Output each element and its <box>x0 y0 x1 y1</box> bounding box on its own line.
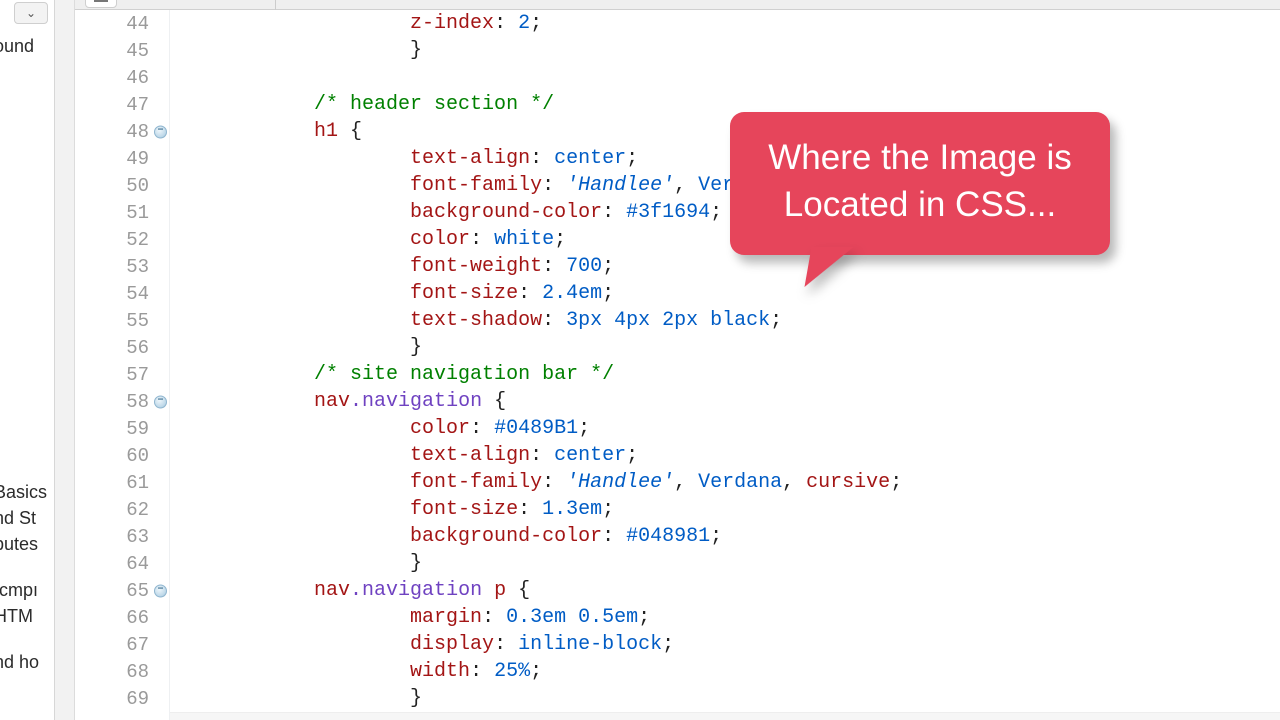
line-number: 47 <box>75 91 169 118</box>
annotation-callout: Where the Image is Located in CSS... <box>730 112 1110 255</box>
line-number: 52 <box>75 226 169 253</box>
line-number: 67 <box>75 631 169 658</box>
sidebar-dropdown-button[interactable]: ⌄ <box>14 2 48 24</box>
hamburger-icon[interactable] <box>85 0 117 8</box>
line-number: 69 <box>75 685 169 712</box>
code-line[interactable]: nav.navigation { <box>170 388 1280 415</box>
code-line[interactable]: color: white; <box>170 226 1280 253</box>
line-number: 59 <box>75 415 169 442</box>
line-number: 46 <box>75 64 169 91</box>
code-line[interactable]: } <box>170 550 1280 577</box>
line-number: 62 <box>75 496 169 523</box>
code-line[interactable]: width: 25%; <box>170 658 1280 685</box>
project-sidebar-cropped: ⌄ ound Basics nd St butes .cmpı HTM nd ho <box>0 0 55 720</box>
fold-toggle-icon[interactable] <box>154 584 167 597</box>
code-line[interactable]: text-shadow: 3px 4px 2px black; <box>170 307 1280 334</box>
code-line[interactable]: } <box>170 334 1280 361</box>
code-line[interactable]: display: inline-block; <box>170 631 1280 658</box>
toolbar-separator <box>275 0 276 10</box>
line-number: 45 <box>75 37 169 64</box>
line-number: 64 <box>75 550 169 577</box>
line-number: 50 <box>75 172 169 199</box>
code-line[interactable]: text-align: center; <box>170 442 1280 469</box>
code-content[interactable]: z-index: 2; } /* header section */ h1 { … <box>170 10 1280 720</box>
line-number: 51 <box>75 199 169 226</box>
line-number: 49 <box>75 145 169 172</box>
sidebar-item-cropped[interactable]: nd St <box>0 508 36 529</box>
line-number: 56 <box>75 334 169 361</box>
sidebar-item-cropped[interactable]: ound <box>0 36 34 57</box>
code-line[interactable]: background-color: #3f1694; <box>170 199 1280 226</box>
line-number: 54 <box>75 280 169 307</box>
code-line[interactable]: } <box>170 37 1280 64</box>
toolbar-remnant <box>75 0 1280 10</box>
line-number: 65 <box>75 577 169 604</box>
code-line[interactable]: font-size: 2.4em; <box>170 280 1280 307</box>
code-line[interactable]: text-align: center; <box>170 145 1280 172</box>
horizontal-scrollbar[interactable] <box>170 712 1280 720</box>
callout-text: Where the Image is Located in CSS... <box>768 138 1071 224</box>
code-line[interactable]: h1 { <box>170 118 1280 145</box>
sidebar-item-cropped[interactable]: HTM <box>0 606 33 627</box>
sidebar-item-cropped[interactable]: .cmpı <box>0 580 38 601</box>
code-line[interactable]: font-family: 'Handlee', Verdana, cursive… <box>170 469 1280 496</box>
fold-toggle-icon[interactable] <box>154 395 167 408</box>
line-number: 53 <box>75 253 169 280</box>
line-number: 44 <box>75 10 169 37</box>
line-number: 48 <box>75 118 169 145</box>
line-number: 57 <box>75 361 169 388</box>
code-line[interactable]: font-weight: 700; <box>170 253 1280 280</box>
code-line[interactable]: font-family: 'Handlee', Verdana, <box>170 172 1280 199</box>
chevron-down-icon: ⌄ <box>26 6 36 20</box>
line-number: 58 <box>75 388 169 415</box>
line-number: 61 <box>75 469 169 496</box>
sidebar-item-cropped[interactable]: butes <box>0 534 38 555</box>
line-number-gutter: 4445464748495051525354555657585960616263… <box>75 10 170 720</box>
line-number: 66 <box>75 604 169 631</box>
code-line[interactable]: background-color: #048981; <box>170 523 1280 550</box>
code-line[interactable]: /* header section */ <box>170 91 1280 118</box>
sidebar-item-cropped[interactable]: Basics <box>0 482 47 503</box>
sidebar-item-cropped[interactable]: nd ho <box>0 652 39 673</box>
line-number: 60 <box>75 442 169 469</box>
fold-toggle-icon[interactable] <box>154 125 167 138</box>
code-line[interactable]: color: #0489B1; <box>170 415 1280 442</box>
line-number: 68 <box>75 658 169 685</box>
code-line[interactable]: font-size: 1.3em; <box>170 496 1280 523</box>
code-line[interactable] <box>170 64 1280 91</box>
code-line[interactable]: z-index: 2; <box>170 10 1280 37</box>
code-line[interactable]: } <box>170 685 1280 712</box>
code-line[interactable]: /* site navigation bar */ <box>170 361 1280 388</box>
line-number: 63 <box>75 523 169 550</box>
line-number: 55 <box>75 307 169 334</box>
code-line[interactable]: nav.navigation p { <box>170 577 1280 604</box>
editor-ruler-strip <box>55 0 75 720</box>
code-line[interactable]: margin: 0.3em 0.5em; <box>170 604 1280 631</box>
